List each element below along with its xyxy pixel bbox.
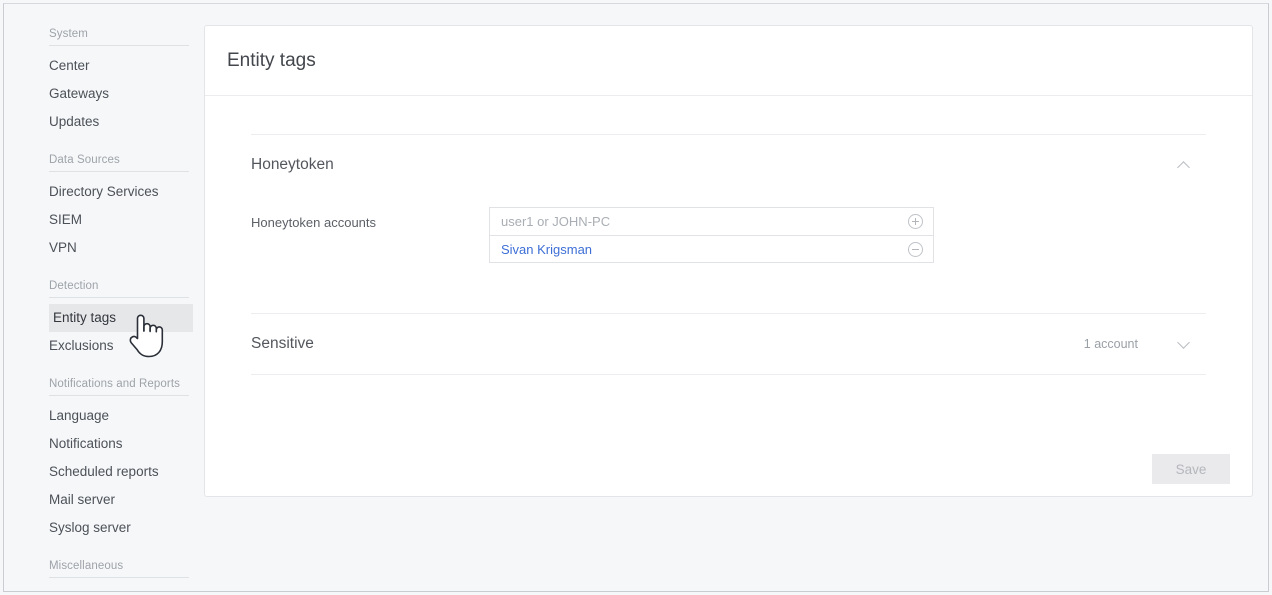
sidebar-group-header: Miscellaneous <box>49 560 124 572</box>
honeytoken-account-row: Sivan Krigsman <box>490 235 933 262</box>
honeytoken-section-header[interactable]: Honeytoken <box>233 135 1224 195</box>
sensitive-account-count: 1 account <box>1083 337 1138 351</box>
chevron-up-icon[interactable] <box>1178 158 1192 172</box>
sidebar-group: Data Sources Directory Services SIEM VPN <box>4 154 200 262</box>
section-divider-bottom <box>251 374 1206 375</box>
sidebar-item-licensing[interactable]: Licensing <box>4 584 200 591</box>
app-viewport: System Center Gateways Updates Data Sources D… <box>3 3 1269 592</box>
sidebar-item-entity-tags[interactable]: Entity tags <box>49 304 193 332</box>
sidebar-group-divider <box>49 577 189 578</box>
sidebar-item-exclusions[interactable]: Exclusions <box>4 332 200 360</box>
save-button[interactable]: Save <box>1152 454 1230 484</box>
sidebar-group-header: Detection <box>49 280 99 292</box>
chevron-down-icon[interactable] <box>1178 337 1192 351</box>
sidebar-group-divider <box>49 45 189 46</box>
honeytoken-accounts-field: Honeytoken accounts Sivan Krigsman <box>233 195 1224 313</box>
honeytoken-add-row <box>490 208 933 235</box>
card-header: Entity tags <box>205 26 1252 96</box>
sidebar-item-mail-server[interactable]: Mail server <box>4 486 200 514</box>
sidebar-item-notifications[interactable]: Notifications <box>4 430 200 458</box>
sidebar-item-scheduled-reports[interactable]: Scheduled reports <box>4 458 200 486</box>
circle-minus-icon[interactable] <box>908 241 923 257</box>
sidebar-item-siem[interactable]: SIEM <box>4 206 200 234</box>
sidebar-group-divider <box>49 171 189 172</box>
sidebar-item-language[interactable]: Language <box>4 402 200 430</box>
sidebar-item-gateways[interactable]: Gateways <box>4 80 200 108</box>
sidebar-group: Notifications and Reports Language Notific… <box>4 378 200 542</box>
card-body: Honeytoken Honeytoken accounts Sivan Kri… <box>205 134 1252 375</box>
honeytoken-accounts-label: Honeytoken accounts <box>251 215 377 230</box>
honeytoken-account-name[interactable]: Sivan Krigsman <box>501 242 908 257</box>
sidebar-group-divider <box>49 297 189 298</box>
sidebar-group-header: Data Sources <box>49 154 120 166</box>
sidebar-item-directory-services[interactable]: Directory Services <box>4 178 200 206</box>
sensitive-section-header[interactable]: Sensitive 1 account <box>233 314 1224 374</box>
card-footer: Save <box>1152 454 1230 484</box>
sensitive-section-title: Sensitive <box>251 335 314 352</box>
circle-plus-icon[interactable] <box>908 214 923 229</box>
page-title: Entity tags <box>227 49 316 71</box>
sidebar-group: Detection Entity tags Exclusions <box>4 280 200 360</box>
sidebar-item-center[interactable]: Center <box>4 52 200 80</box>
sidebar-group-divider <box>49 395 189 396</box>
sidebar-item-updates[interactable]: Updates <box>4 108 200 136</box>
entity-tags-card: Entity tags Honeytoken Honeytoken accoun… <box>204 25 1253 497</box>
sidebar-group: System Center Gateways Updates <box>4 28 200 136</box>
honeytoken-section-title: Honeytoken <box>251 156 334 173</box>
honeytoken-account-input[interactable] <box>501 214 908 229</box>
sidebar-group: Miscellaneous Licensing <box>4 560 200 591</box>
sidebar-item-syslog-server[interactable]: Syslog server <box>4 514 200 542</box>
sidebar-group-header: Notifications and Reports <box>49 378 180 390</box>
sidebar-item-vpn[interactable]: VPN <box>4 234 200 262</box>
settings-sidebar: System Center Gateways Updates Data Sources D… <box>4 4 200 591</box>
sidebar-group-header: System <box>49 28 88 40</box>
honeytoken-accounts-box: Sivan Krigsman <box>489 207 934 263</box>
